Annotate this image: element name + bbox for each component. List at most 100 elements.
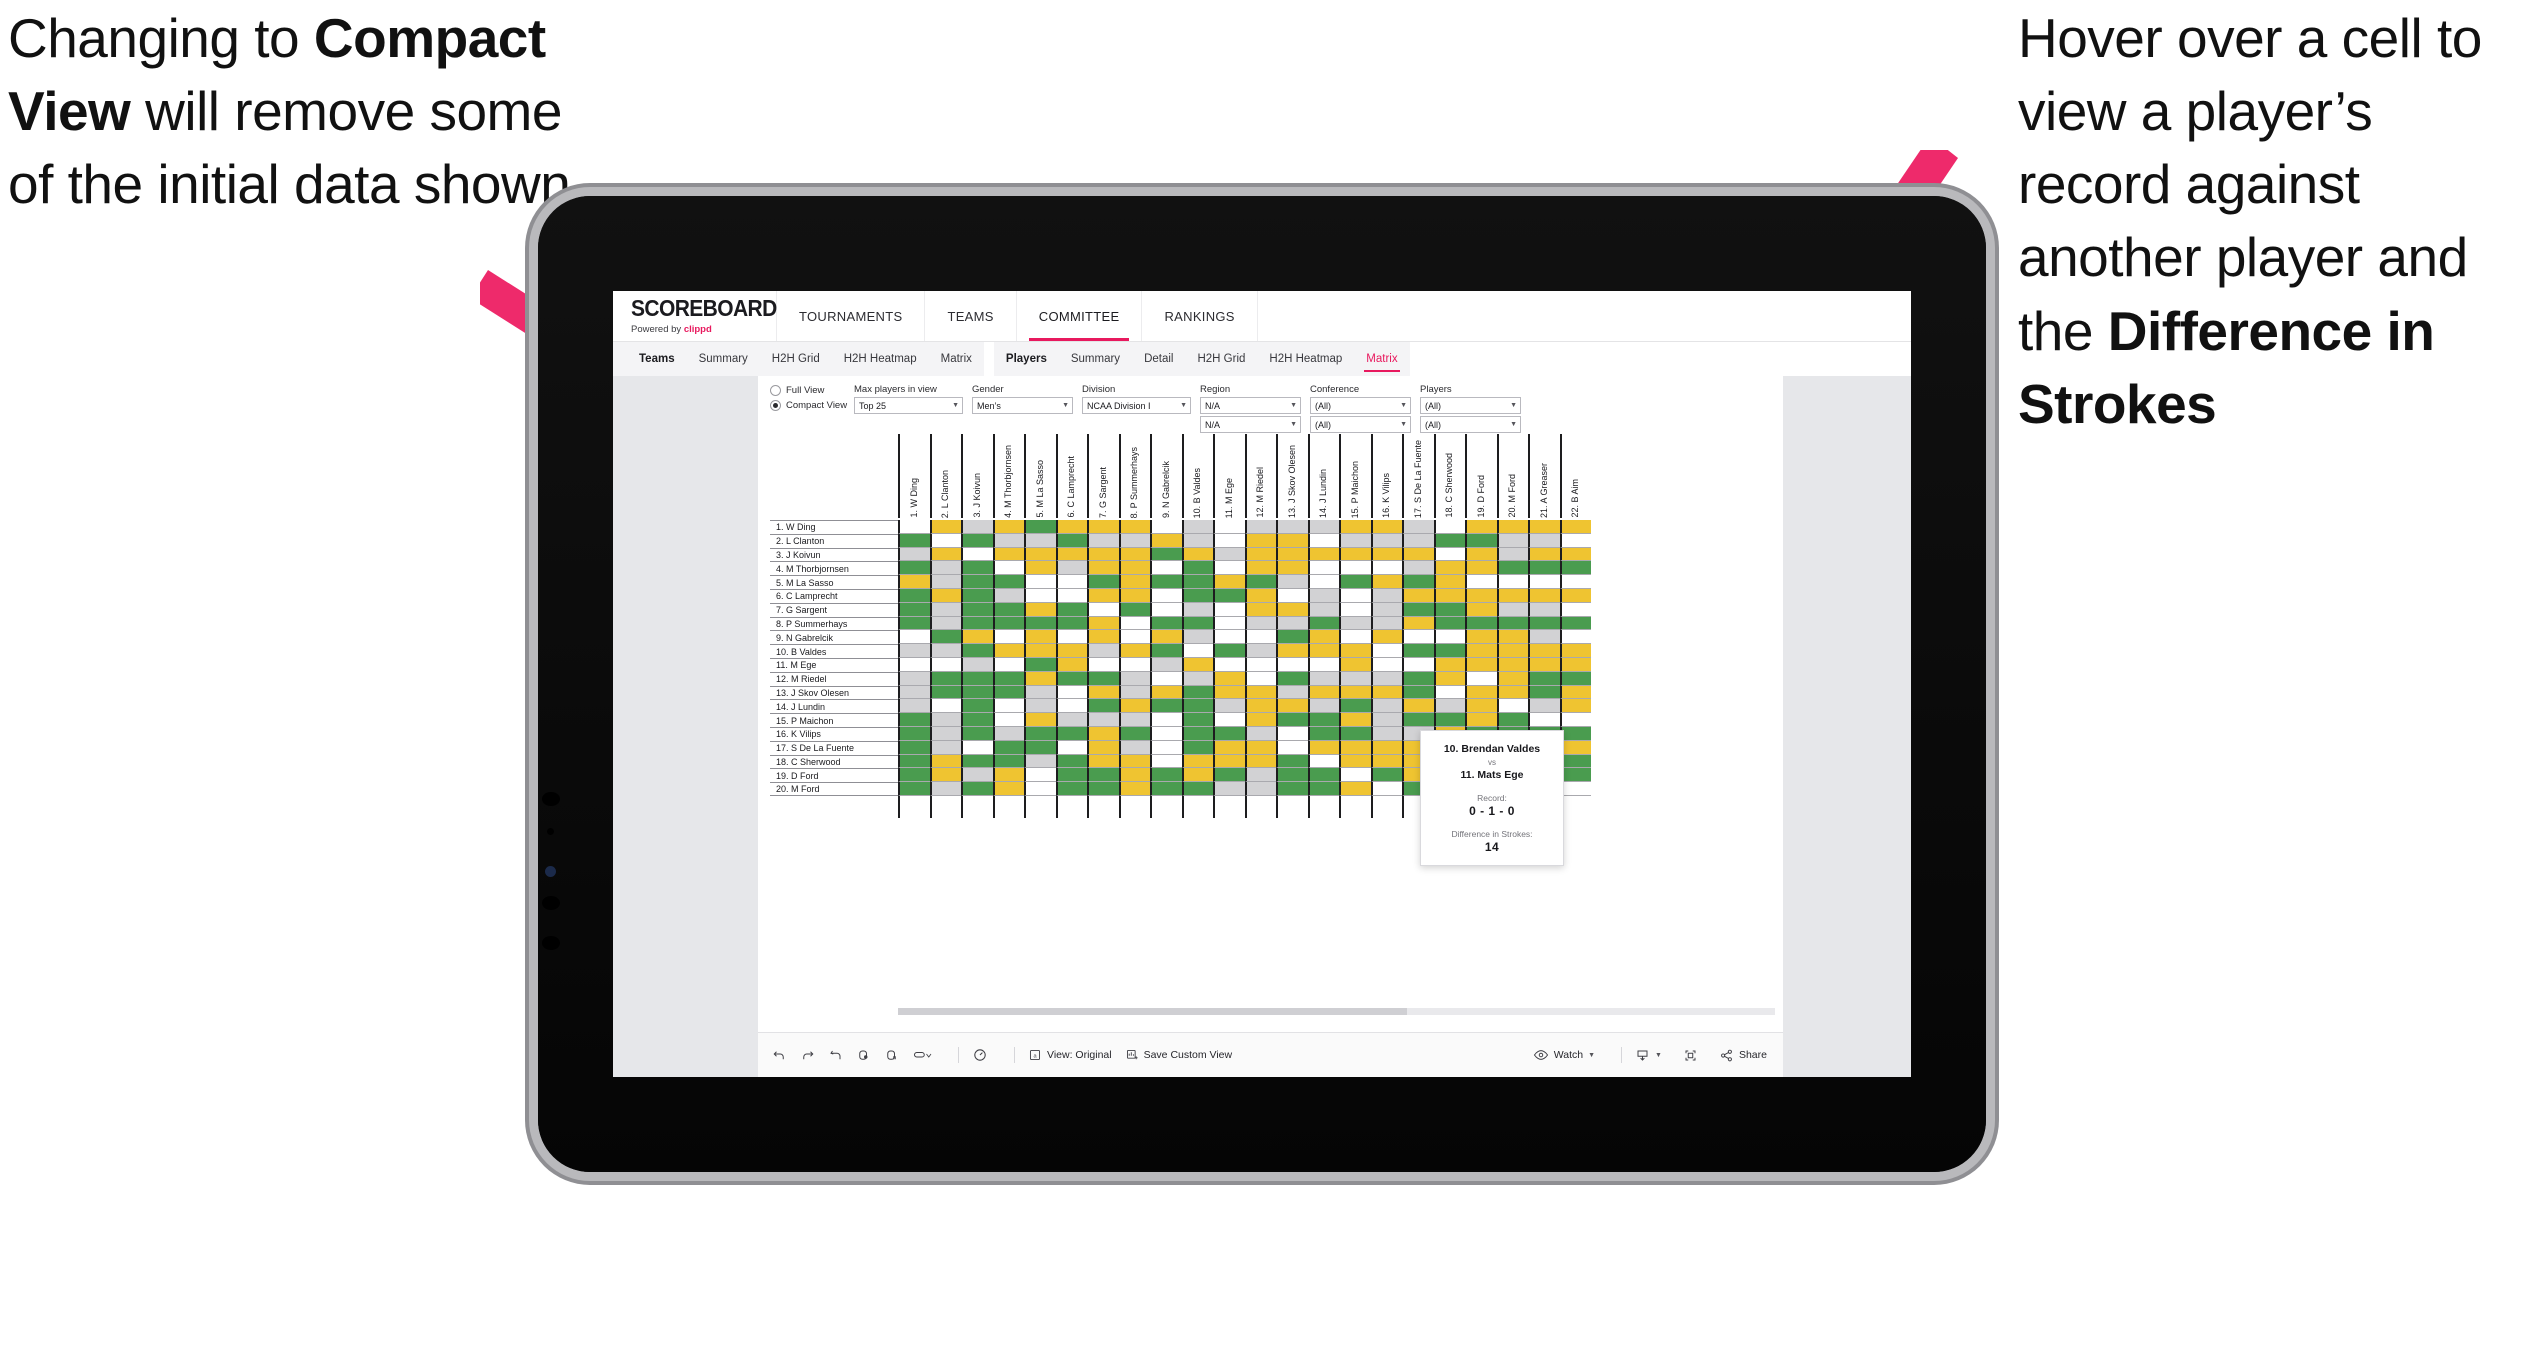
- matrix-cell[interactable]: [1528, 671, 1560, 686]
- matrix-cell[interactable]: [1181, 671, 1213, 686]
- matrix-cell[interactable]: [1087, 740, 1119, 755]
- matrix-cell[interactable]: [992, 768, 1024, 783]
- tab-players-h2h-heatmap[interactable]: H2H Heatmap: [1257, 342, 1354, 376]
- matrix-cell[interactable]: [1118, 547, 1150, 562]
- matrix-cell[interactable]: [929, 740, 961, 755]
- matrix-cell[interactable]: [898, 547, 930, 562]
- matrix-cell[interactable]: [992, 754, 1024, 769]
- matrix-cell[interactable]: [1307, 685, 1339, 700]
- matrix-cell[interactable]: [961, 671, 993, 686]
- matrix-cell[interactable]: [1087, 699, 1119, 714]
- matrix-cell[interactable]: [1055, 644, 1087, 658]
- matrix-cell[interactable]: [1213, 561, 1245, 576]
- matrix-cell[interactable]: [1087, 575, 1119, 589]
- matrix-cell[interactable]: [1370, 768, 1402, 783]
- matrix-cell[interactable]: [1559, 520, 1591, 534]
- matrix-cell[interactable]: [1213, 782, 1245, 796]
- matrix-cell[interactable]: [1087, 520, 1119, 534]
- matrix-cell[interactable]: [1339, 547, 1371, 562]
- matrix-cell[interactable]: [961, 616, 993, 631]
- matrix-cell[interactable]: [1465, 616, 1497, 631]
- matrix-cell[interactable]: [1118, 671, 1150, 686]
- matrix-cell[interactable]: [1024, 740, 1056, 755]
- matrix-cell[interactable]: [1150, 588, 1182, 603]
- matrix-cell[interactable]: [992, 520, 1024, 534]
- matrix-cell[interactable]: [1150, 768, 1182, 783]
- matrix-cell[interactable]: [961, 768, 993, 783]
- matrix-cell[interactable]: [1150, 782, 1182, 796]
- matrix-cell[interactable]: [1339, 713, 1371, 727]
- matrix-cell[interactable]: [992, 782, 1024, 796]
- filter-division-select[interactable]: NCAA Division I ▼: [1082, 397, 1191, 414]
- matrix-cell[interactable]: [1465, 575, 1497, 589]
- tab-players-detail[interactable]: Detail: [1132, 342, 1185, 376]
- matrix-cell[interactable]: [1465, 588, 1497, 603]
- matrix-cell[interactable]: [1465, 547, 1497, 562]
- matrix-cell[interactable]: [1150, 602, 1182, 617]
- matrix-cell[interactable]: [929, 533, 961, 548]
- matrix-cell[interactable]: [1055, 630, 1087, 645]
- matrix-cell[interactable]: [1496, 520, 1528, 534]
- matrix-cell[interactable]: [1402, 561, 1434, 576]
- matrix-cell[interactable]: [898, 630, 930, 645]
- matrix-cell[interactable]: [1339, 575, 1371, 589]
- matrix-cell[interactable]: [1213, 602, 1245, 617]
- matrix-cell[interactable]: [1307, 657, 1339, 672]
- matrix-cell[interactable]: [1465, 644, 1497, 658]
- matrix-cell[interactable]: [898, 520, 930, 534]
- matrix-cell[interactable]: [1528, 588, 1560, 603]
- matrix-cell[interactable]: [1370, 602, 1402, 617]
- matrix-cell[interactable]: [1559, 782, 1591, 796]
- matrix-cell[interactable]: [1433, 602, 1465, 617]
- matrix-cell[interactable]: [1087, 726, 1119, 741]
- matrix-cell[interactable]: [1496, 630, 1528, 645]
- matrix-cell[interactable]: [929, 547, 961, 562]
- matrix-cell[interactable]: [1559, 575, 1591, 589]
- matrix-cell[interactable]: [1559, 644, 1591, 658]
- matrix-cell[interactable]: [1465, 713, 1497, 727]
- nav-teams[interactable]: TEAMS: [925, 291, 1017, 341]
- matrix-cell[interactable]: [1339, 671, 1371, 686]
- matrix-cell[interactable]: [1496, 533, 1528, 548]
- matrix-cell[interactable]: [1087, 533, 1119, 548]
- matrix-cell[interactable]: [1433, 561, 1465, 576]
- matrix-cell[interactable]: [898, 616, 930, 631]
- matrix-cell[interactable]: [1276, 602, 1308, 617]
- matrix-cell[interactable]: [1370, 740, 1402, 755]
- matrix-cell[interactable]: [1433, 630, 1465, 645]
- matrix-cell[interactable]: [1118, 533, 1150, 548]
- matrix-cell[interactable]: [1433, 657, 1465, 672]
- matrix-cell[interactable]: [1181, 657, 1213, 672]
- matrix-cell[interactable]: [1276, 768, 1308, 783]
- matrix-cell[interactable]: [1024, 588, 1056, 603]
- matrix-cell[interactable]: [1402, 602, 1434, 617]
- matrix-cell[interactable]: [1465, 561, 1497, 576]
- matrix-cell[interactable]: [1244, 561, 1276, 576]
- matrix-cell[interactable]: [1181, 575, 1213, 589]
- matrix-cell[interactable]: [929, 561, 961, 576]
- matrix-cell[interactable]: [1370, 713, 1402, 727]
- matrix-cell[interactable]: [1370, 685, 1402, 700]
- matrix-cell[interactable]: [961, 657, 993, 672]
- matrix-cell[interactable]: [1433, 588, 1465, 603]
- matrix-cell[interactable]: [961, 575, 993, 589]
- matrix-cell[interactable]: [1276, 740, 1308, 755]
- matrix-cell[interactable]: [1528, 616, 1560, 631]
- matrix-cell[interactable]: [961, 726, 993, 741]
- matrix-cell[interactable]: [992, 588, 1024, 603]
- matrix-cell[interactable]: [1087, 768, 1119, 783]
- matrix-cell[interactable]: [929, 685, 961, 700]
- matrix-cell[interactable]: [1055, 588, 1087, 603]
- matrix-cell[interactable]: [992, 699, 1024, 714]
- matrix-cell[interactable]: [1370, 657, 1402, 672]
- matrix-cell[interactable]: [1213, 616, 1245, 631]
- matrix-cell[interactable]: [1118, 588, 1150, 603]
- matrix-cell[interactable]: [1370, 520, 1402, 534]
- filter-region-select-2[interactable]: N/A ▼: [1200, 416, 1301, 433]
- matrix-cell[interactable]: [992, 671, 1024, 686]
- matrix-cell[interactable]: [1244, 685, 1276, 700]
- matrix-cell[interactable]: [1276, 520, 1308, 534]
- matrix-cell[interactable]: [1496, 588, 1528, 603]
- matrix-cell[interactable]: [1339, 685, 1371, 700]
- matrix-cell[interactable]: [1402, 713, 1434, 727]
